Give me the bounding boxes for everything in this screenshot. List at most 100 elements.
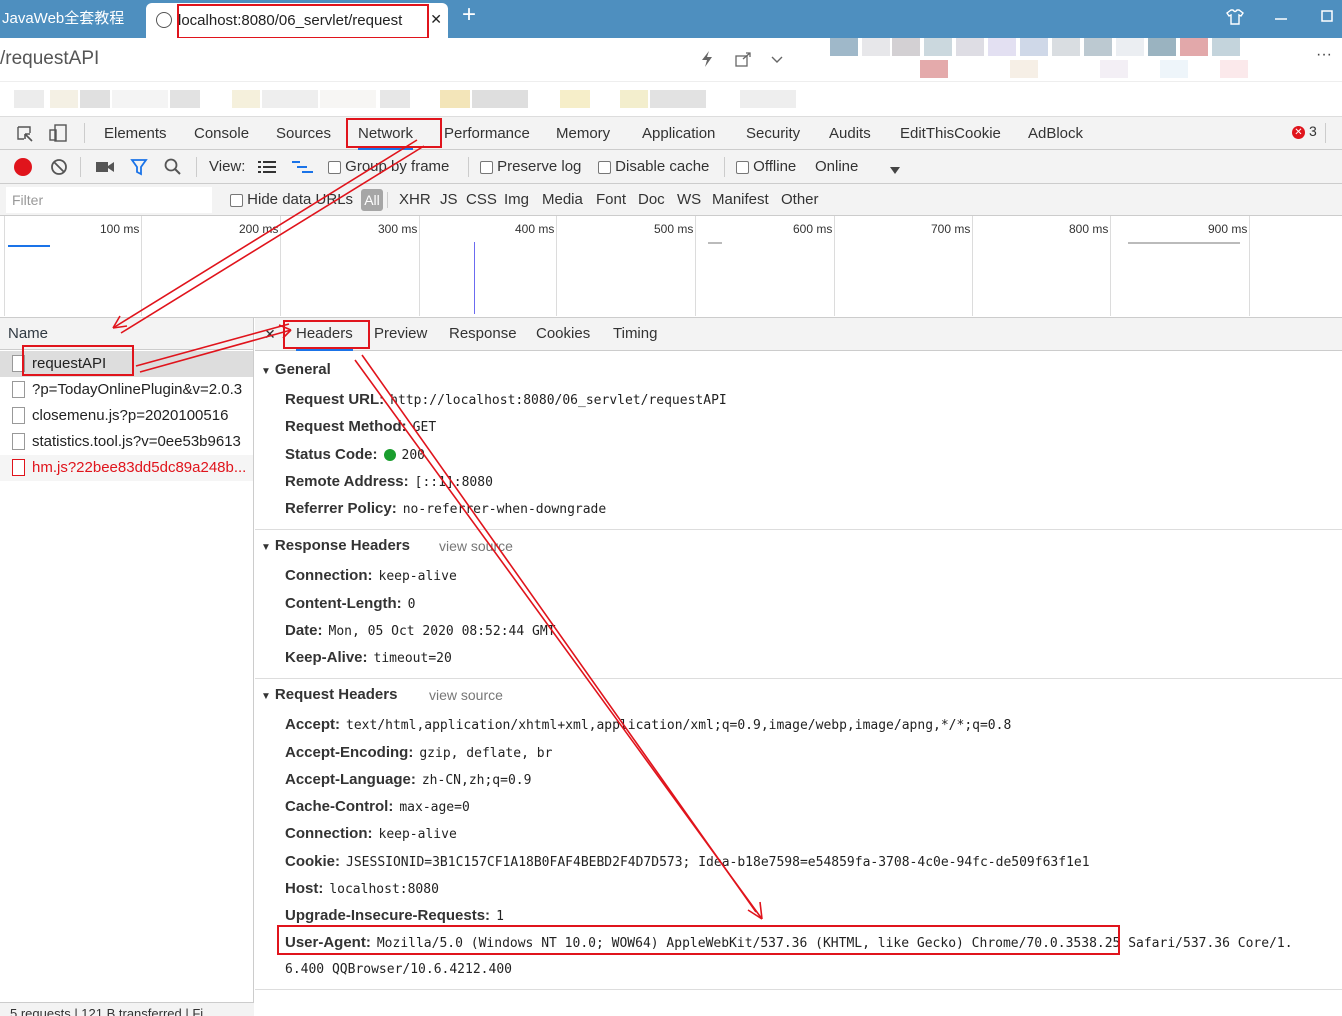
network-overview-timeline[interactable]: 100 ms 200 ms 300 ms 400 ms 500 ms 600 m… bbox=[0, 216, 1342, 318]
checkbox[interactable] bbox=[230, 193, 243, 207]
lightning-icon[interactable] bbox=[700, 50, 714, 73]
offline-checkbox[interactable]: Offline bbox=[736, 151, 796, 183]
tab-application[interactable]: Application bbox=[642, 117, 715, 150]
type-filter-doc[interactable]: Doc bbox=[638, 184, 665, 216]
header-row: Host: localhost:8080 bbox=[285, 880, 439, 897]
divider bbox=[468, 157, 469, 177]
type-filter-other[interactable]: Other bbox=[781, 184, 819, 216]
tab-preview[interactable]: Preview bbox=[374, 318, 427, 350]
type-filter-js[interactable]: JS bbox=[440, 184, 458, 216]
list-view-icon[interactable] bbox=[258, 160, 276, 179]
tab-cookies[interactable]: Cookies bbox=[536, 318, 590, 350]
tab-sources[interactable]: Sources bbox=[276, 117, 331, 150]
chevron-down-icon[interactable] bbox=[770, 52, 784, 70]
header-value: keep-alive bbox=[378, 827, 457, 842]
type-filter-all[interactable]: All bbox=[361, 189, 383, 211]
timeline-tick: 900 ms bbox=[1208, 222, 1248, 236]
tab-timing[interactable]: Timing bbox=[613, 318, 657, 350]
header-key: Status Code: bbox=[285, 446, 378, 463]
throttling-value: Online bbox=[815, 158, 859, 175]
header-value: keep-alive bbox=[378, 569, 457, 584]
request-detail-panel: ✕ Headers Preview Response Cookies Timin… bbox=[255, 318, 1342, 1016]
checkbox[interactable] bbox=[736, 160, 749, 174]
header-row: Accept: text/html,application/xhtml+xml,a… bbox=[285, 716, 1011, 733]
inspect-element-icon[interactable] bbox=[16, 125, 34, 148]
response-headers-section-header[interactable]: ▼ Response Headers bbox=[261, 537, 410, 554]
checkbox[interactable] bbox=[328, 160, 341, 174]
network-filter-bar: Filter Hide data URLs All XHR JS CSS Img… bbox=[0, 184, 1342, 216]
maximize-icon[interactable] bbox=[1320, 8, 1334, 30]
type-filter-font[interactable]: Font bbox=[596, 184, 626, 216]
tab-elements[interactable]: Elements bbox=[104, 117, 167, 150]
tab-audits[interactable]: Audits bbox=[829, 117, 871, 150]
camera-icon[interactable] bbox=[95, 160, 115, 179]
request-row[interactable]: ?p=TodayOnlinePlugin&v=2.0.3 bbox=[0, 377, 253, 403]
type-filter-img[interactable]: Img bbox=[504, 184, 529, 216]
timeline-tick: 700 ms bbox=[931, 222, 971, 236]
type-filter-media[interactable]: Media bbox=[542, 184, 583, 216]
tab-response[interactable]: Response bbox=[449, 318, 517, 350]
shirt-icon[interactable] bbox=[1226, 8, 1244, 33]
checkbox-label: Preserve log bbox=[497, 158, 582, 175]
request-headers-section-header[interactable]: ▼ Request Headers bbox=[261, 686, 397, 703]
devtools-panel-tabs: Elements Console Sources Network Perform… bbox=[0, 116, 1342, 150]
search-icon[interactable] bbox=[164, 158, 182, 181]
divider bbox=[1325, 123, 1326, 143]
waterfall-view-icon[interactable] bbox=[292, 160, 314, 181]
annotation-box-network bbox=[346, 118, 442, 148]
view-source-link[interactable]: view source bbox=[429, 687, 503, 703]
request-row[interactable]: statistics.tool.js?v=0ee53b9613 bbox=[0, 429, 253, 455]
browser-tab-javaweb[interactable]: JavaWeb全套教程 bbox=[0, 0, 140, 38]
close-detail-icon[interactable]: ✕ bbox=[264, 318, 276, 350]
dropdown-arrow-icon[interactable] bbox=[890, 162, 900, 180]
blurred-bookmarks bbox=[0, 90, 800, 108]
filter-icon[interactable] bbox=[130, 158, 148, 181]
header-value: http://localhost:8080/06_servlet/request… bbox=[390, 393, 727, 408]
group-by-frame-checkbox[interactable]: Group by frame bbox=[328, 151, 449, 183]
general-section-header[interactable]: ▼ General bbox=[261, 361, 331, 378]
close-tab-icon[interactable]: ✕ bbox=[430, 3, 442, 36]
throttling-select[interactable]: Online bbox=[815, 151, 858, 183]
tab-memory[interactable]: Memory bbox=[556, 117, 610, 150]
type-filter-ws[interactable]: WS bbox=[677, 184, 701, 216]
type-filter-xhr[interactable]: XHR bbox=[399, 184, 431, 216]
share-icon[interactable] bbox=[734, 50, 752, 73]
disable-cache-checkbox[interactable]: Disable cache bbox=[598, 151, 709, 183]
device-toolbar-icon[interactable] bbox=[48, 123, 68, 148]
tab-console[interactable]: Console bbox=[194, 117, 249, 150]
header-value: no-referrer-when-downgrade bbox=[402, 502, 607, 517]
divider bbox=[196, 157, 197, 177]
error-count[interactable]: 3 bbox=[1309, 123, 1317, 139]
preserve-log-checkbox[interactable]: Preserve log bbox=[480, 151, 581, 183]
hide-data-urls-checkbox[interactable]: Hide data URLs bbox=[230, 184, 353, 216]
status-ok-icon bbox=[383, 449, 396, 462]
filter-input[interactable]: Filter bbox=[6, 187, 212, 213]
type-filter-css[interactable]: CSS bbox=[466, 184, 497, 216]
header-row: Accept-Encoding: gzip, deflate, br bbox=[285, 744, 552, 761]
checkbox[interactable] bbox=[598, 160, 611, 174]
header-key: Connection: bbox=[285, 825, 373, 842]
minimize-icon[interactable] bbox=[1274, 8, 1288, 30]
request-row[interactable]: hm.js?22bee83dd5dc89a248b... bbox=[0, 455, 253, 481]
checkbox-label: Disable cache bbox=[615, 158, 710, 175]
view-source-link[interactable]: view source bbox=[439, 538, 513, 554]
divider bbox=[84, 123, 85, 143]
more-menu-icon[interactable]: ··· bbox=[1316, 46, 1332, 64]
error-icon[interactable]: ✕ bbox=[1292, 126, 1305, 139]
checkbox[interactable] bbox=[480, 160, 493, 174]
tab-performance[interactable]: Performance bbox=[444, 117, 530, 150]
type-filter-manifest[interactable]: Manifest bbox=[712, 184, 769, 216]
record-icon[interactable] bbox=[14, 158, 32, 176]
document-icon bbox=[12, 433, 25, 450]
view-label: View: bbox=[209, 158, 246, 175]
request-row[interactable]: closemenu.js?p=2020100516 bbox=[0, 403, 253, 429]
tab-security[interactable]: Security bbox=[746, 117, 800, 150]
tab-editthiscookie[interactable]: EditThisCookie bbox=[900, 117, 1001, 150]
header-value: timeout=20 bbox=[373, 651, 452, 666]
new-tab-button[interactable]: + bbox=[462, 3, 476, 27]
document-icon bbox=[12, 459, 25, 476]
clear-icon[interactable] bbox=[50, 158, 68, 181]
tab-adblock[interactable]: AdBlock bbox=[1028, 117, 1083, 150]
header-key: Cookie: bbox=[285, 853, 341, 870]
annotation-box-url bbox=[177, 4, 429, 39]
